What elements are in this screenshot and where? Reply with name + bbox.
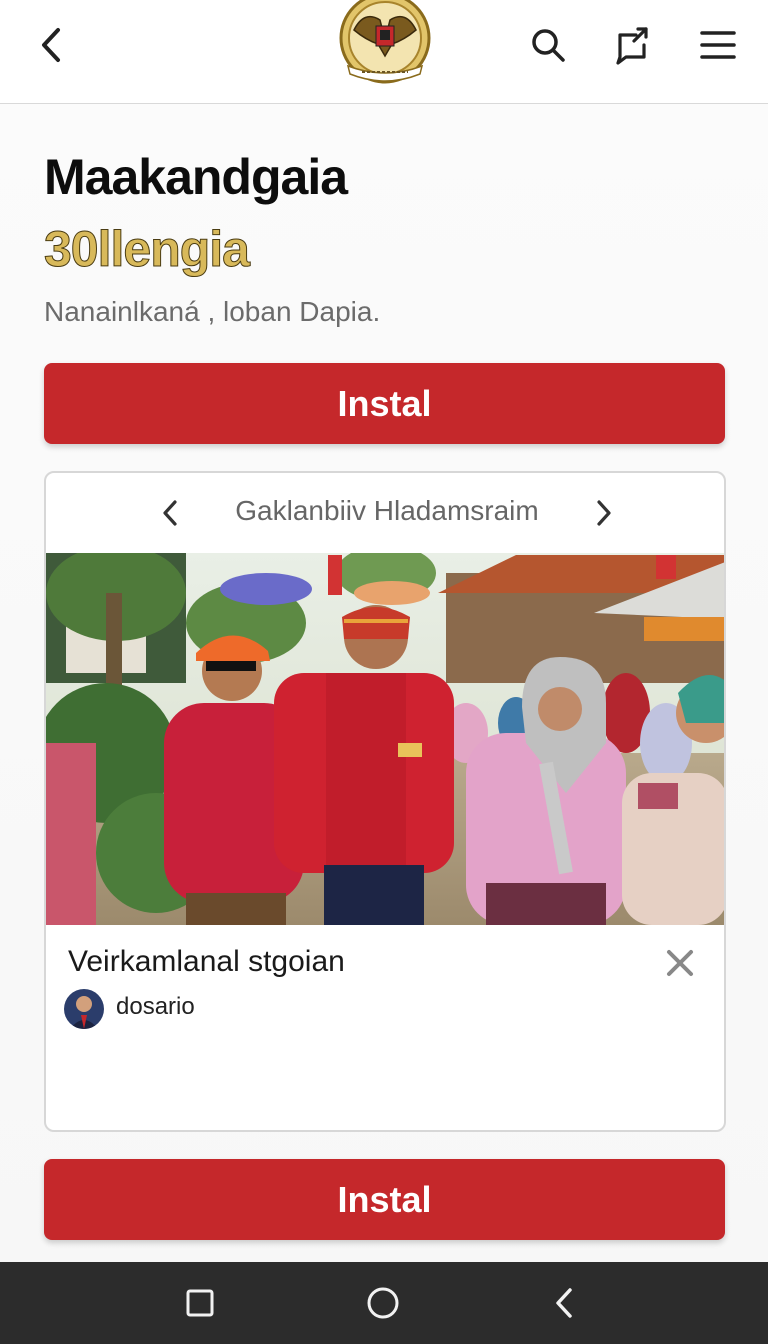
share-button[interactable] — [608, 21, 656, 69]
photo-caption: Veirkamlanal stgoian — [68, 945, 345, 978]
top-app-bar — [0, 0, 768, 104]
app-tagline: Nanainlkaná , loban Dapia. — [44, 296, 381, 327]
chevron-left-icon — [42, 28, 60, 62]
circle-icon — [367, 1287, 399, 1319]
search-button[interactable] — [524, 21, 572, 69]
system-back-button[interactable] — [540, 1279, 588, 1327]
install-button[interactable]: Instal — [44, 363, 725, 444]
share-icon — [616, 27, 648, 65]
app-subtitle: 30llengia — [44, 221, 251, 278]
avatar[interactable] — [64, 989, 104, 1029]
menu-button[interactable] — [694, 21, 742, 69]
triangle-back-icon — [556, 1288, 572, 1318]
gallery-card: Gaklanbiiv Hladamsraim Veirkamlanal stgo… — [44, 471, 726, 1132]
search-icon — [532, 29, 565, 62]
carousel-prev-button[interactable] — [148, 491, 192, 535]
author-name[interactable]: dosario — [116, 993, 195, 1021]
close-icon — [667, 950, 693, 976]
garuda-emblem-icon — [334, 0, 436, 88]
back-button[interactable] — [28, 21, 76, 69]
install-button-bottom[interactable]: Instal — [44, 1159, 725, 1240]
carousel-title: Gaklanbiiv Hladamsraim — [235, 495, 539, 526]
recent-apps-button[interactable] — [176, 1279, 224, 1327]
carousel-next-button[interactable] — [582, 491, 626, 535]
gallery-photo[interactable] — [46, 553, 724, 925]
square-icon — [186, 1289, 214, 1317]
carousel-header: Gaklanbiiv Hladamsraim — [46, 473, 724, 553]
system-navigation-bar — [0, 1262, 768, 1344]
hamburger-menu-icon — [700, 31, 736, 59]
caption-close-button[interactable] — [658, 941, 702, 985]
chevron-right-icon — [597, 500, 611, 526]
chevron-left-icon — [163, 500, 177, 526]
home-button[interactable] — [359, 1279, 407, 1327]
app-title: Maakandgaia — [44, 149, 348, 205]
